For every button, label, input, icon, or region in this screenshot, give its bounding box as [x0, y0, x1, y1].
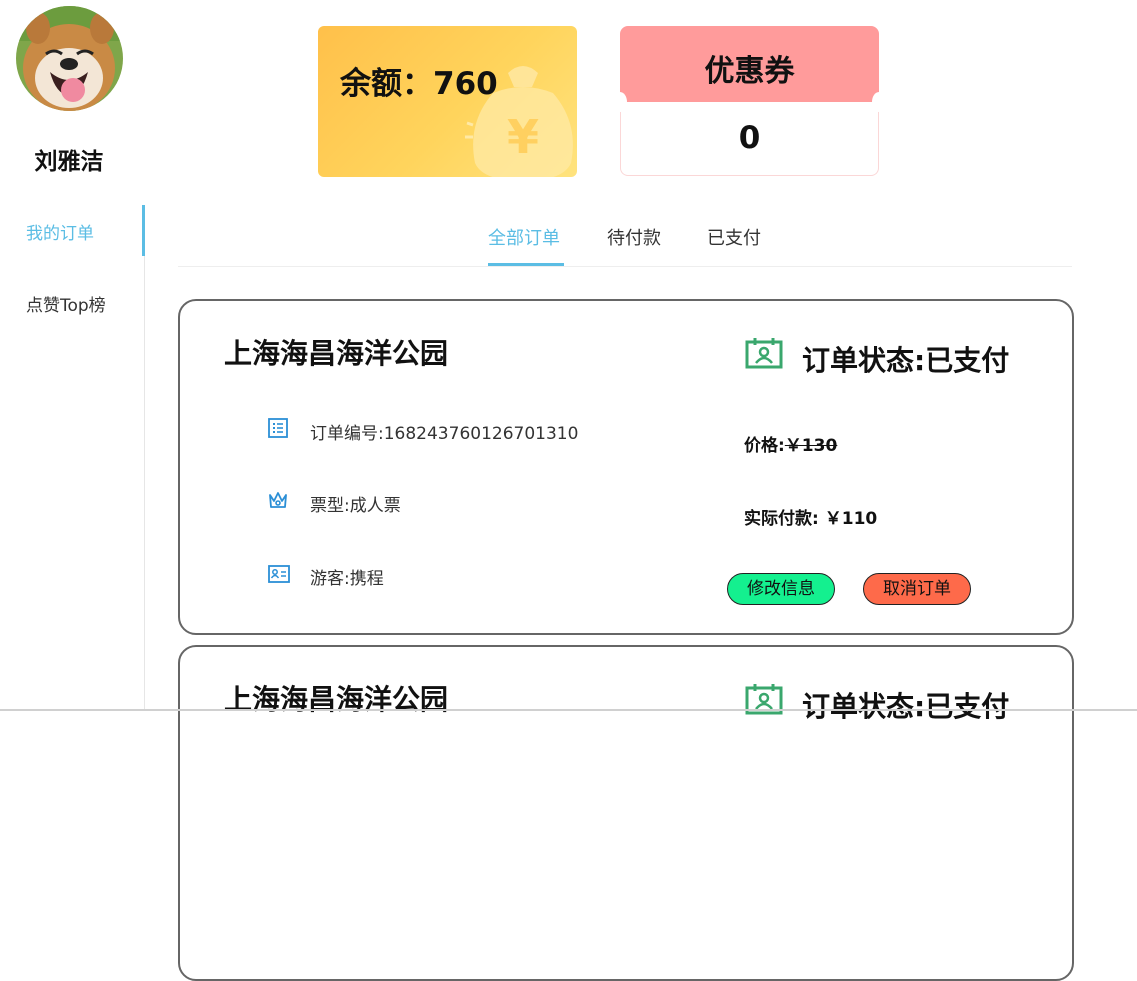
ticket-type: 票型:成人票 — [310, 496, 401, 516]
sidebar-active-indicator — [142, 205, 145, 256]
coupon-notch-right — [872, 92, 886, 112]
sidebar-item-likes-top[interactable]: 点赞Top榜 — [26, 291, 106, 316]
order-card: 上海海昌海洋公园 订单状态:已支付 — [178, 645, 1074, 981]
tab-pending-payment[interactable]: 待付款 — [607, 224, 661, 250]
tab-paid[interactable]: 已支付 — [707, 224, 761, 250]
price-value: ￥130 — [784, 436, 838, 456]
paid-value: ￥110 — [824, 509, 878, 529]
sidebar-item-my-orders[interactable]: 我的订单 — [26, 219, 94, 244]
calendar-person-icon — [745, 337, 783, 373]
original-price: 价格:￥130 — [744, 431, 837, 456]
order-status: 订单状态:已支付 — [802, 690, 1010, 723]
visitor: 游客:携程 — [310, 569, 384, 589]
price-label: 价格: — [744, 436, 785, 456]
tabs-divider — [178, 266, 1072, 267]
svg-text:¥: ¥ — [507, 110, 539, 164]
order-card: 上海海昌海洋公园 订单状态:已支付 订单编号:16824376012670131… — [178, 299, 1074, 635]
list-icon — [268, 418, 288, 442]
crown-icon — [268, 491, 288, 513]
tab-all-orders[interactable]: 全部订单 — [488, 224, 560, 250]
money-bag-icon: ¥ — [463, 53, 577, 177]
user-name: 刘雅洁 — [34, 149, 104, 175]
edit-info-button[interactable]: 修改信息 — [727, 573, 835, 605]
paid-label: 实际付款: — [744, 509, 819, 529]
calendar-person-icon — [745, 683, 783, 719]
avatar[interactable] — [16, 6, 123, 111]
coupon-count: 0 — [738, 120, 761, 156]
order-number: 订单编号:168243760126701310 — [310, 424, 579, 444]
paid-amount: 实际付款: ￥110 — [744, 504, 877, 529]
order-park-name: 上海海昌海洋公园 — [224, 337, 449, 370]
coupon-card[interactable]: 优惠券 0 — [613, 26, 886, 177]
sidebar: 刘雅洁 我的订单 点赞Top榜 — [0, 0, 145, 711]
coupon-title: 优惠券 — [704, 54, 795, 89]
balance-card: 余额：760 ¥ — [318, 26, 577, 177]
cancel-order-button[interactable]: 取消订单 — [863, 573, 971, 605]
order-park-name: 上海海昌海洋公园 — [224, 683, 449, 716]
coupon-notch-left — [613, 92, 627, 112]
sidebar-divider — [144, 205, 145, 711]
id-card-icon — [268, 565, 290, 587]
order-status: 订单状态:已支付 — [802, 344, 1010, 377]
